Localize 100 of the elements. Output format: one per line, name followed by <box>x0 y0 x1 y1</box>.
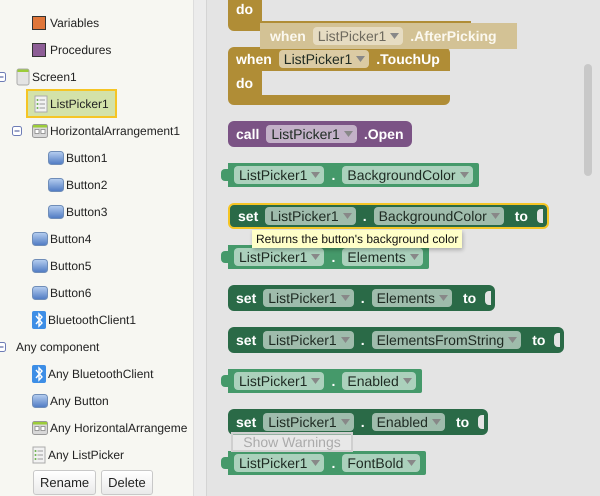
keyword-label: set <box>236 332 256 348</box>
keyword-label: when <box>236 51 272 67</box>
caret-icon <box>410 254 419 260</box>
tree-item[interactable]: Button3 <box>42 199 114 224</box>
tree-item[interactable]: Button4 <box>26 226 98 251</box>
tree-item[interactable]: Button1 <box>42 145 114 170</box>
bluetooth-icon <box>32 310 46 328</box>
property-dropdown[interactable]: BackgroundColor <box>342 166 473 184</box>
button-icon <box>48 176 64 192</box>
caret-icon <box>356 56 366 62</box>
property-dropdown[interactable]: Elements <box>372 289 452 307</box>
component-dropdown[interactable]: ListPicker1 <box>266 125 357 143</box>
component-dropdown[interactable]: ListPicker1 <box>234 166 324 184</box>
component-dropdown[interactable]: ListPicker1 <box>278 50 370 68</box>
list-icon <box>32 446 46 464</box>
caret-icon <box>340 295 350 301</box>
tree-item[interactable]: Any HorizontalArrangeme <box>26 415 193 440</box>
caret-icon <box>460 172 469 178</box>
property-dropdown[interactable]: Enabled <box>342 372 416 390</box>
event-name-label: .TouchUp <box>376 51 440 67</box>
delete-button[interactable]: Delete <box>101 470 153 495</box>
property-dropdown[interactable]: Elements <box>342 248 423 266</box>
collapse-toggle-icon[interactable] <box>12 126 22 136</box>
list-icon <box>34 94 48 112</box>
component-dropdown[interactable]: ListPicker1 <box>263 413 354 431</box>
component-dropdown[interactable]: ListPicker1 <box>234 372 324 390</box>
component-dropdown[interactable]: ListPicker1 <box>263 331 354 349</box>
property-setter-block[interactable]: set ListPicker1 . BackgroundColor to <box>228 203 549 229</box>
tree-item[interactable]: Button6 <box>26 280 98 305</box>
property-dropdown[interactable]: BackgroundColor <box>374 207 504 225</box>
property-dropdown[interactable]: Enabled <box>372 413 445 431</box>
event-block[interactable]: when ListPicker1 .TouchUp do <box>228 47 450 105</box>
keyword-label: do <box>228 71 262 95</box>
arrangement-icon <box>32 420 48 436</box>
caret-icon <box>402 378 412 384</box>
tree-item[interactable]: Screen1 <box>10 64 83 89</box>
button-icon <box>32 284 48 300</box>
caret-icon <box>340 419 350 425</box>
arrangement-icon <box>32 122 48 138</box>
dot-label: . <box>331 455 336 471</box>
component-dropdown[interactable]: ListPicker1 <box>234 454 324 472</box>
dot-label: . <box>360 414 365 430</box>
method-name-label: .Open <box>364 126 404 142</box>
dot-label: . <box>331 167 336 183</box>
tree-item[interactable]: Button2 <box>42 172 114 197</box>
dot-label: . <box>362 208 367 224</box>
keyword-label: when <box>270 28 306 44</box>
property-setter-block[interactable]: set ListPicker1 . Elements to <box>228 285 496 311</box>
property-setter-block[interactable]: set ListPicker1 . Enabled to <box>228 409 488 435</box>
caret-icon <box>342 213 352 219</box>
tree-item[interactable]: BluetoothClient1 <box>26 307 142 332</box>
screen-icon <box>16 68 30 86</box>
button-icon <box>48 204 64 220</box>
component-dropdown[interactable]: ListPicker1 <box>263 289 354 307</box>
property-getter-block[interactable]: ListPicker1 . BackgroundColor <box>228 163 479 187</box>
caret-icon <box>432 419 441 425</box>
input-socket <box>485 291 492 305</box>
caret-icon <box>490 213 500 219</box>
tree-item[interactable]: HorizontalArrangement1 <box>26 118 186 143</box>
tree-item[interactable]: Any ListPicker <box>26 442 130 467</box>
keyword-label: set <box>236 290 256 306</box>
dot-label: . <box>331 373 336 389</box>
caret-icon <box>438 295 448 301</box>
component-dropdown[interactable]: ListPicker1 <box>234 248 324 266</box>
bluetooth-icon <box>32 364 46 382</box>
input-socket <box>536 209 543 223</box>
caret-icon <box>311 378 320 384</box>
panel-scrollbar[interactable] <box>193 0 207 496</box>
input-socket <box>554 333 560 347</box>
button-icon <box>32 230 48 246</box>
property-setter-block[interactable]: set ListPicker1 . ElementsFromString to <box>228 327 564 353</box>
tree-item[interactable]: Button5 <box>26 253 98 278</box>
component-dropdown[interactable]: ListPicker1 <box>265 207 356 225</box>
keyword-label: call <box>236 126 260 142</box>
keyword-label: to <box>532 332 546 348</box>
property-dropdown[interactable]: ElementsFromString <box>372 331 522 349</box>
tree-item[interactable]: Any component <box>10 334 106 359</box>
tree-item[interactable]: Procedures <box>26 37 118 62</box>
property-getter-block[interactable]: ListPicker1 . Enabled <box>228 369 422 393</box>
button-icon <box>32 258 48 274</box>
scrollbar-thumb[interactable] <box>584 64 592 176</box>
caret-icon <box>407 460 416 466</box>
property-dropdown[interactable]: FontBold <box>342 454 420 472</box>
tree-item[interactable]: ListPicker1 <box>26 89 117 118</box>
tree-item[interactable]: Any Button <box>26 388 115 413</box>
rename-button[interactable]: Rename <box>33 470 96 495</box>
keyword-label: to <box>514 208 528 224</box>
dot-label: . <box>360 290 365 306</box>
method-call-block[interactable]: call ListPicker1 .Open <box>228 121 412 147</box>
tree-item[interactable]: Variables <box>26 10 106 35</box>
caret-icon <box>311 172 320 178</box>
button-icon <box>32 392 48 408</box>
property-getter-block[interactable]: ListPicker1 . FontBold <box>228 451 426 475</box>
keyword-label: to <box>456 414 470 430</box>
tooltip: Returns the button's background color <box>252 230 462 248</box>
button-icon <box>48 150 64 166</box>
keyword-label: set <box>238 208 258 224</box>
keyword-label: to <box>462 290 476 306</box>
tree-item[interactable]: Any BluetoothClient <box>26 361 160 386</box>
event-name-label: .AfterPicking <box>410 28 497 44</box>
